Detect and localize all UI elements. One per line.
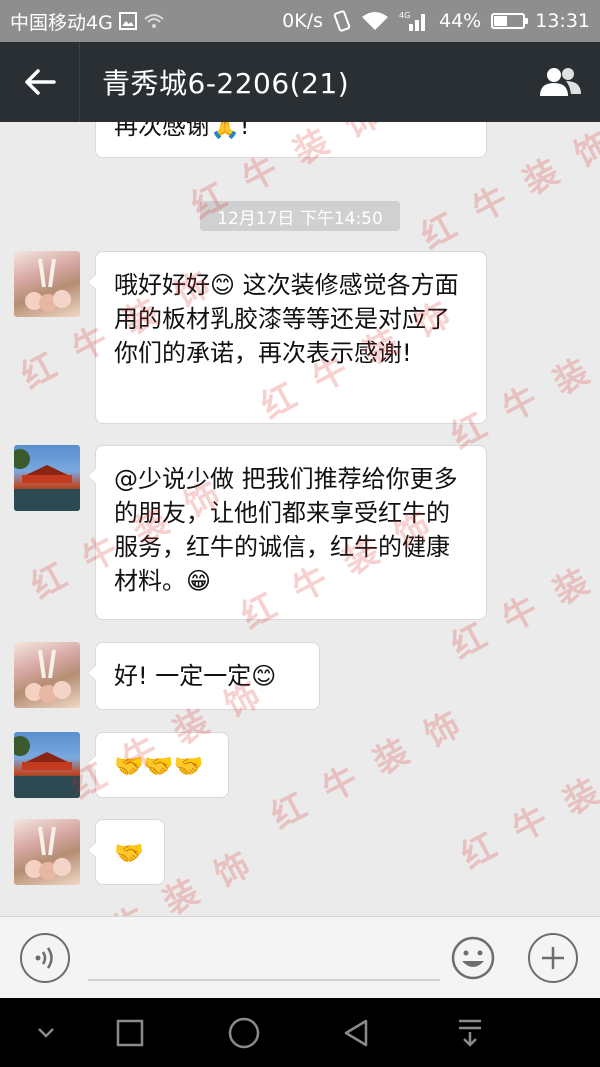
- network-speed: 0K/s: [282, 10, 323, 32]
- pull-down-icon: [459, 1019, 481, 1047]
- group-members-icon: [540, 68, 581, 96]
- square-icon: [116, 1019, 144, 1046]
- message-timestamp: 12月17日 下午14:50: [200, 201, 400, 231]
- image-notification-icon: [118, 12, 137, 30]
- wifi-icon: [361, 11, 389, 31]
- message-text: 好! 一定一定😊: [114, 662, 277, 690]
- input-bar: [0, 916, 600, 998]
- message-list[interactable]: 再次感谢🙏! 12月17日 下午14:50 哦好好好😊 这次装修感觉各方面用的板…: [0, 122, 600, 916]
- message-bubble[interactable]: @少说少做 把我们推荐给你更多的朋友，让他们都来享受红牛的服务，红牛的诚信，红牛…: [87, 445, 487, 620]
- nav-home-button[interactable]: [209, 998, 279, 1067]
- message-bubble[interactable]: 哦好好好😊 这次装修感觉各方面用的板材乳胶漆等等还是对应了你们的承诺，再次表示感…: [87, 251, 487, 424]
- signal-icon: 4G: [399, 10, 429, 32]
- vibrate-icon: [333, 10, 351, 32]
- watermark: 红 牛 装 饰: [454, 742, 600, 878]
- message-bubble[interactable]: 🤝🤝🤝: [87, 732, 229, 798]
- avatar[interactable]: [14, 445, 80, 511]
- message-bubble[interactable]: 🤝: [87, 819, 165, 885]
- clock: 13:31: [535, 10, 590, 32]
- chevron-down-icon: [38, 1027, 54, 1038]
- back-arrow-icon: [24, 69, 56, 95]
- avatar[interactable]: [14, 819, 80, 885]
- message-text: @少说少做 把我们推荐给你更多的朋友，让他们都来享受红牛的服务，红牛的诚信，红牛…: [114, 465, 458, 595]
- message-text: 再次感谢🙏!: [114, 122, 250, 140]
- svg-text:4G: 4G: [399, 11, 410, 20]
- message-bubble[interactable]: 再次感谢🙏!: [95, 122, 487, 158]
- voice-icon: [35, 947, 53, 969]
- group-members-button[interactable]: [520, 42, 600, 122]
- chat-title: 青秀城6-2206(21): [102, 67, 350, 100]
- carrier-label: 中国移动4G: [10, 11, 113, 34]
- chat-header: 青秀城6-2206(21): [0, 42, 600, 122]
- more-actions-button[interactable]: [528, 933, 578, 983]
- nav-recents-button[interactable]: [95, 998, 165, 1067]
- voice-input-button[interactable]: [20, 933, 70, 983]
- avatar[interactable]: [14, 642, 80, 708]
- smiley-icon: [451, 936, 495, 980]
- system-nav-bar: [0, 998, 600, 1067]
- avatar[interactable]: [14, 251, 80, 317]
- message-emoji: 🤝: [114, 839, 144, 867]
- message-input[interactable]: [88, 937, 440, 981]
- triangle-back-icon: [344, 1019, 368, 1046]
- battery-percent: 44%: [439, 10, 482, 32]
- message-emoji: 🤝🤝🤝: [114, 752, 204, 780]
- nav-notification-button[interactable]: [435, 998, 505, 1067]
- emoji-button[interactable]: [448, 933, 498, 983]
- message-bubble[interactable]: 好! 一定一定😊: [87, 642, 320, 710]
- avatar[interactable]: [14, 732, 80, 798]
- wifi-hotspot-icon: [143, 12, 165, 30]
- plus-icon: [542, 947, 564, 969]
- back-button[interactable]: [0, 42, 80, 122]
- battery-icon: [491, 13, 529, 29]
- watermark: 红 牛 装 饰: [264, 701, 473, 838]
- nav-expand-button[interactable]: [11, 998, 81, 1067]
- message-text: 哦好好好😊 这次装修感觉各方面用的板材乳胶漆等等还是对应了你们的承诺，再次表示感…: [114, 271, 459, 367]
- nav-back-button[interactable]: [322, 998, 392, 1067]
- status-bar: 中国移动4G 0K/s 4G 44% 13:31: [0, 0, 600, 42]
- circle-icon: [228, 1017, 260, 1048]
